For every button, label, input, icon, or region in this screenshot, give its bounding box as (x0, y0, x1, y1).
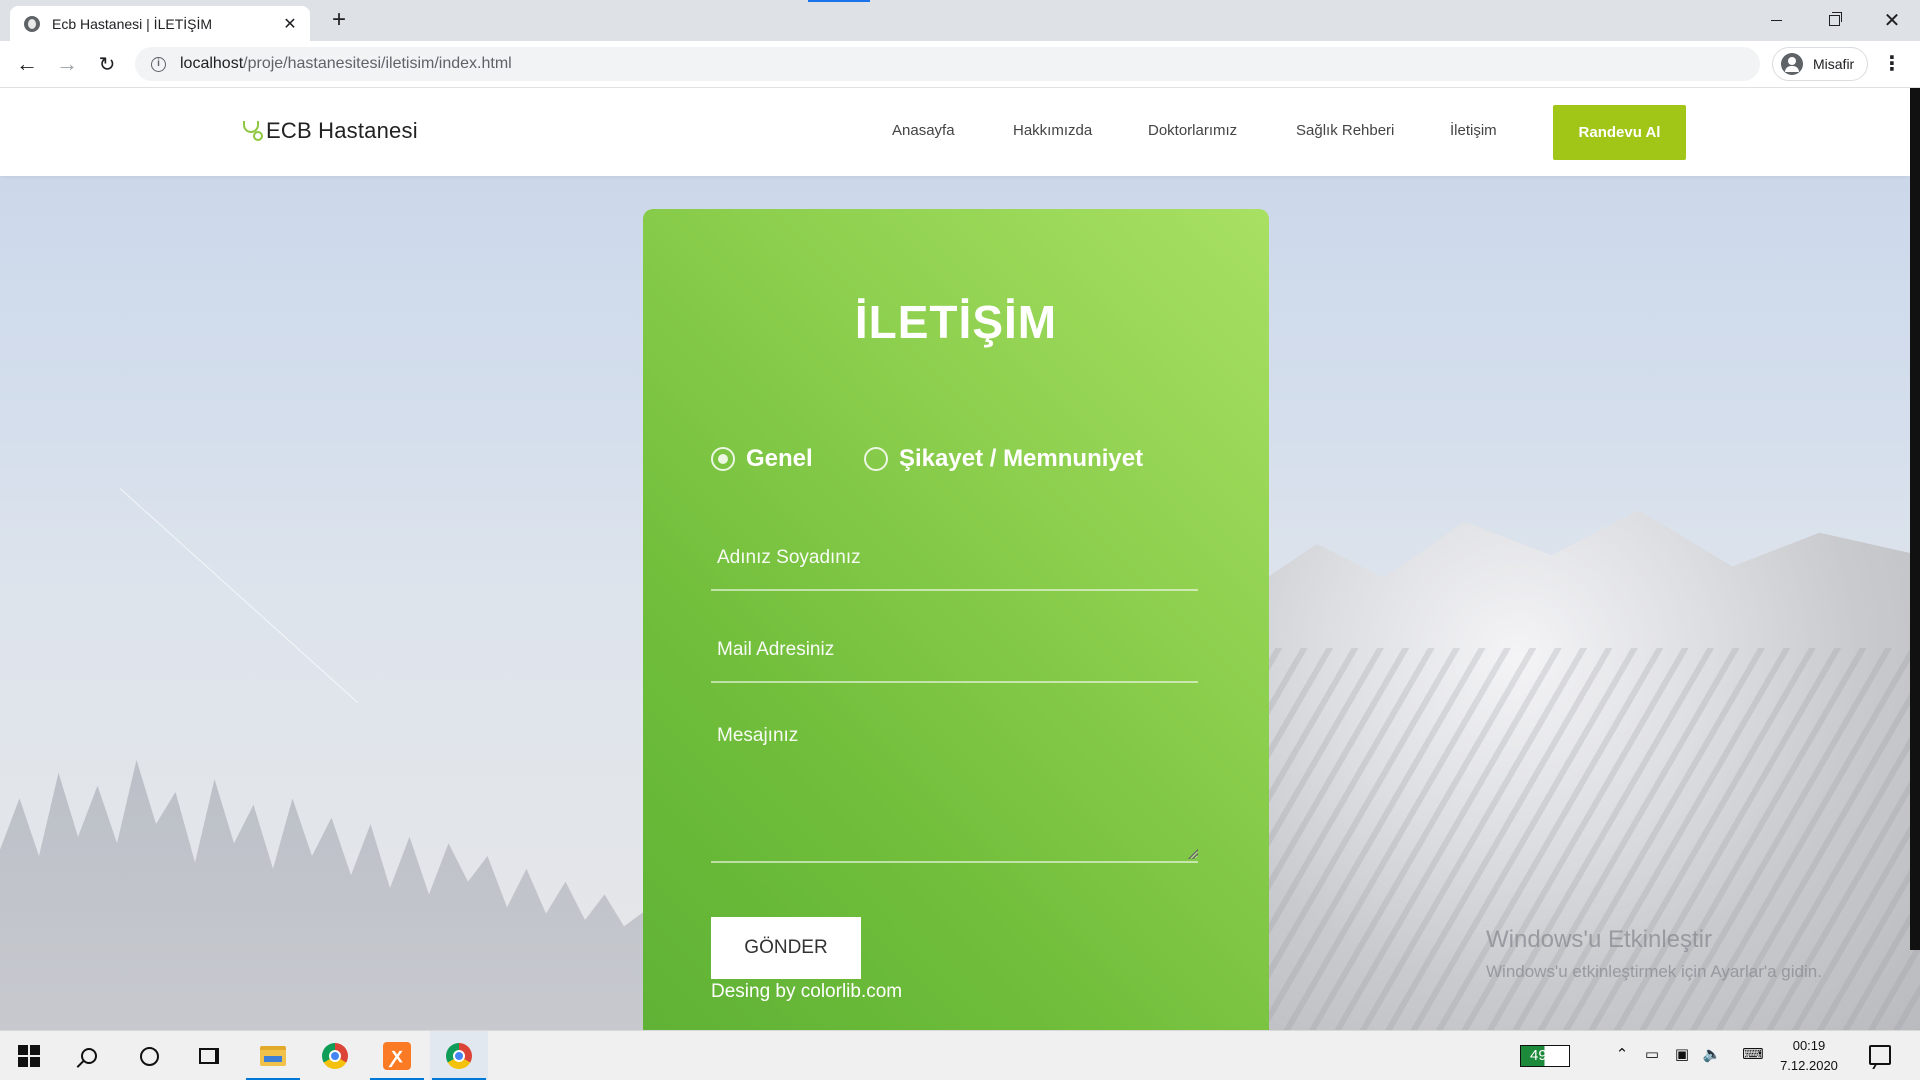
chrome-icon (446, 1043, 472, 1069)
nav-hakkimizda[interactable]: Hakkımızda (1013, 122, 1092, 139)
background-streak (119, 488, 359, 703)
nav-anasayfa[interactable]: Anasayfa (892, 122, 955, 139)
arrow-left-icon: ← (16, 51, 38, 76)
taskbar-xampp[interactable]: ꭗ (368, 1031, 426, 1080)
name-field (711, 529, 1198, 591)
browser-tab[interactable]: Ecb Hastanesi | İLETİŞİM ✕ (10, 6, 310, 41)
radio-genel[interactable]: Genel (711, 445, 813, 473)
submit-button[interactable]: GÖNDER (711, 917, 861, 979)
url-text: localhost/proje/hastanesitesi/iletisim/i… (180, 55, 512, 73)
name-input[interactable] (711, 529, 1198, 587)
message-field (711, 711, 1198, 863)
clock-time: 00:19 (1792, 1038, 1826, 1053)
page-viewport: ECB Hastanesi Anasayfa Hakkımızda Doktor… (0, 88, 1920, 1030)
watermark-title: Windows'u Etkinleştir (1486, 926, 1712, 953)
url-host: localhost (180, 55, 244, 72)
restore-button[interactable] (1805, 0, 1863, 41)
close-tab-icon[interactable]: ✕ (280, 14, 300, 34)
appointment-button[interactable]: Randevu Al (1553, 105, 1686, 160)
clock-date: 7.12.2020 (1780, 1058, 1838, 1073)
volume-icon[interactable]: 🔈 (1702, 1045, 1722, 1065)
search-icon (81, 1048, 97, 1064)
battery-indicator[interactable]: 49% (1520, 1031, 1570, 1080)
minimize-icon (1770, 19, 1782, 22)
taskbar-chrome[interactable] (306, 1031, 364, 1080)
address-bar: ← → ↻ i localhost/proje/hastanesitesi/il… (0, 41, 1920, 88)
mail-field (711, 621, 1198, 683)
close-window-button[interactable]: ✕ (1863, 0, 1920, 41)
radio-sikayet[interactable]: Şikayet / Memnuniyet (864, 445, 1143, 473)
task-view-icon (199, 1048, 219, 1064)
radio-sikayet-label: Şikayet / Memnuniyet (899, 445, 1144, 472)
page-scrollbar[interactable] (1910, 88, 1920, 950)
radio-checked-icon[interactable] (711, 447, 735, 471)
chevron-up-icon[interactable]: ⌃ (1612, 1045, 1632, 1065)
restore-icon (1828, 12, 1842, 26)
contact-title: İLETİŞİM (854, 296, 1058, 348)
back-button[interactable]: ← (12, 49, 42, 79)
contact-card: İLETİŞİM Genel Şikayet / Memnuniyet GÖND… (643, 209, 1269, 1030)
profile-button[interactable]: Misafir (1772, 47, 1868, 81)
taskbar-chrome-active[interactable] (430, 1031, 488, 1080)
xampp-icon: ꭗ (383, 1042, 411, 1070)
reload-button[interactable]: ↻ (92, 49, 122, 79)
site-header: ECB Hastanesi Anasayfa Hakkımızda Doktor… (0, 88, 1910, 176)
reload-icon: ↻ (98, 53, 116, 76)
url-input[interactable]: i localhost/proje/hastanesitesi/iletisim… (135, 47, 1760, 81)
taskbar: ꭗ 49% ⌃ ▭ ▣ 🔈 ⌨ 00:19 7.12.2020 (0, 1030, 1920, 1080)
avatar-icon (1781, 53, 1803, 75)
folder-icon (260, 1046, 286, 1066)
menu-icon[interactable]: ⋮ (1882, 53, 1902, 77)
background-forest (0, 760, 650, 1030)
system-clock[interactable]: 00:19 7.12.2020 (1776, 1036, 1842, 1076)
nav-doktorlarimiz[interactable]: Doktorlarımız (1148, 122, 1237, 139)
message-textarea[interactable] (711, 711, 1198, 859)
email-input[interactable] (711, 621, 1198, 679)
profile-name: Misafir (1813, 56, 1855, 72)
activation-watermark: Windows'u Etkinleştir Windows'u etkinleş… (1486, 926, 1822, 982)
nav-saglik-rehberi[interactable]: Sağlık Rehberi (1296, 122, 1394, 139)
resize-handle-icon[interactable] (1188, 849, 1198, 859)
forward-button[interactable]: → (52, 49, 82, 79)
close-icon: ✕ (1883, 10, 1901, 32)
credit-text: Desing by colorlib.com (711, 981, 903, 1002)
watermark-subtitle: Windows'u etkinleştirmek için Ayarlar'a … (1486, 962, 1822, 981)
battery-icon[interactable]: ▭ (1642, 1045, 1662, 1065)
chrome-icon (322, 1043, 348, 1069)
network-icon[interactable]: ▣ (1672, 1045, 1692, 1065)
nav-iletisim[interactable]: İletişim (1450, 122, 1497, 139)
cortana-icon (139, 1046, 159, 1066)
task-view-button[interactable] (180, 1031, 238, 1080)
new-tab-button[interactable]: + (325, 6, 353, 34)
windows-icon (18, 1045, 40, 1067)
cortana-button[interactable] (120, 1031, 178, 1080)
tab-title: Ecb Hastanesi | İLETİŞİM (52, 15, 213, 32)
notification-icon[interactable] (1869, 1045, 1891, 1065)
stethoscope-icon (242, 121, 263, 141)
start-button[interactable] (0, 1031, 58, 1080)
site-logo[interactable]: ECB Hastanesi (242, 118, 418, 144)
radio-genel-label: Genel (746, 445, 813, 472)
keyboard-icon[interactable]: ⌨ (1738, 1045, 1768, 1065)
taskbar-file-explorer[interactable] (244, 1031, 302, 1080)
battery-percent: 49% (1520, 1045, 1570, 1067)
globe-icon (24, 15, 40, 32)
tab-strip: Ecb Hastanesi | İLETİŞİM ✕ + ✕ (0, 0, 1920, 41)
brand-name: ECB Hastanesi (266, 118, 418, 143)
info-icon[interactable]: i (151, 56, 166, 72)
tab-drag-indicator (808, 0, 870, 2)
radio-unchecked-icon[interactable] (864, 447, 888, 471)
url-path: /proje/hastanesitesi/iletisim/index.html (243, 55, 512, 72)
search-button[interactable] (60, 1031, 118, 1080)
minimize-button[interactable] (1747, 0, 1805, 41)
arrow-right-icon: → (56, 51, 78, 76)
